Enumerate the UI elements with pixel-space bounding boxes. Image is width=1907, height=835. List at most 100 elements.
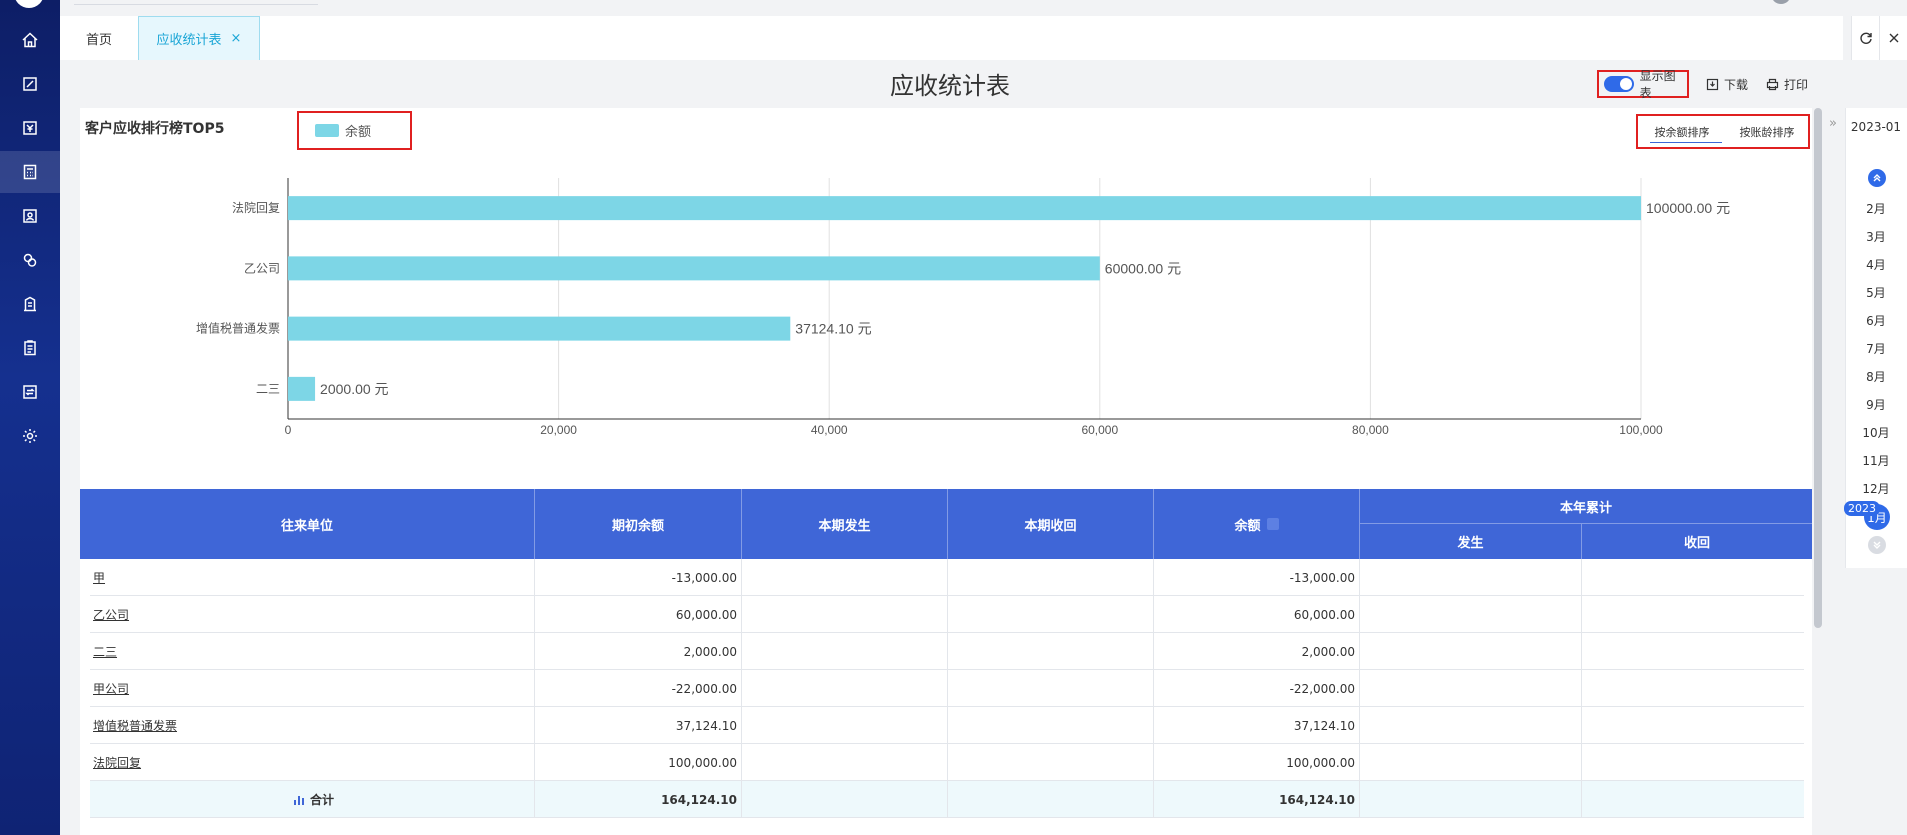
- month-item[interactable]: 11月: [1845, 452, 1907, 469]
- col-period-recover[interactable]: 本期收回: [947, 489, 1153, 559]
- cell-balance: -22,000.00: [1153, 670, 1359, 707]
- nav-report[interactable]: [0, 151, 60, 193]
- month-item[interactable]: 9月: [1845, 396, 1907, 413]
- month-item[interactable]: 7月: [1845, 340, 1907, 357]
- chart-legend[interactable]: 余额: [297, 111, 412, 150]
- table-row[interactable]: 甲公司 -22,000.00 -22,000.00: [90, 670, 1804, 707]
- col-partner[interactable]: 往来单位: [80, 489, 534, 559]
- partner-link[interactable]: 法院回复: [90, 744, 534, 781]
- cell-balance: 60,000.00: [1153, 596, 1359, 633]
- bar: [288, 196, 1641, 221]
- col-year-recover[interactable]: 收回: [1581, 524, 1812, 559]
- col-balance[interactable]: 余额: [1153, 489, 1359, 559]
- table-row[interactable]: 乙公司 60,000.00 60,000.00: [90, 596, 1804, 633]
- sort-by-age-button[interactable]: 按账龄排序: [1726, 116, 1808, 147]
- collapse-panel-button[interactable]: »: [1826, 114, 1840, 132]
- month-item[interactable]: 12月: [1845, 480, 1907, 497]
- tab-receivables-label: 应收统计表: [156, 33, 222, 48]
- month-item[interactable]: 6月: [1845, 312, 1907, 329]
- nav-fund[interactable]: [0, 239, 60, 281]
- partner-link[interactable]: 乙公司: [90, 596, 534, 633]
- table-row[interactable]: 二三 2,000.00 2,000.00: [90, 633, 1804, 670]
- data-label: 37124.10 元: [795, 321, 871, 337]
- month-item[interactable]: 10月: [1845, 424, 1907, 441]
- cell-year-occur: [1359, 707, 1581, 744]
- top-divider: [74, 4, 318, 5]
- cell-period-occur: [741, 670, 947, 707]
- clipboard-icon: [24, 340, 36, 356]
- print-icon: [1766, 78, 1779, 90]
- download-label: 下载: [1724, 77, 1749, 92]
- month-down-button[interactable]: [1868, 536, 1886, 554]
- show-chart-label: 显示图表: [1639, 69, 1676, 100]
- close-page-button[interactable]: [1879, 16, 1907, 60]
- x-tick-label: 40,000: [811, 423, 848, 437]
- table-row[interactable]: 增值税普通发票 37,124.10 37,124.10: [90, 707, 1804, 744]
- sort-icon[interactable]: [1266, 518, 1279, 530]
- show-chart-toggle[interactable]: 显示图表: [1597, 69, 1689, 100]
- nav-list[interactable]: [0, 327, 60, 369]
- x-tick-label: 20,000: [540, 423, 577, 437]
- nav-home[interactable]: [0, 19, 60, 61]
- bar-chart: 0 20,000 40,000 60,000 80,000 100,000 法院回复 1000…: [196, 178, 1730, 437]
- print-button[interactable]: 打印: [1766, 74, 1808, 94]
- month-item[interactable]: 4月: [1845, 256, 1907, 273]
- bar-chart-icon: [293, 795, 304, 805]
- calculator-icon: [23, 164, 37, 180]
- cell-period-recover: [947, 744, 1153, 781]
- total-balance: 164,124.10: [1153, 781, 1359, 818]
- y-tick-label: 乙公司: [244, 261, 280, 275]
- refresh-button[interactable]: [1851, 16, 1879, 60]
- sort-by-balance-button[interactable]: 按余额排序: [1638, 116, 1726, 147]
- month-item[interactable]: 2月: [1845, 200, 1907, 217]
- cell-period-occur: [741, 633, 947, 670]
- total-year-recover: [1581, 781, 1804, 818]
- chart-title: 客户应收排行榜TOP5: [85, 121, 225, 137]
- current-year-badge: 2023: [1844, 501, 1880, 516]
- cell-year-recover: [1581, 707, 1804, 744]
- x-tick-label: 80,000: [1352, 423, 1389, 437]
- data-label: 2000.00 元: [320, 381, 389, 397]
- col-year-occur[interactable]: 发生: [1359, 524, 1581, 559]
- close-icon: [1889, 33, 1898, 43]
- page-title: 应收统计表: [890, 72, 1010, 100]
- cell-period-recover: [947, 596, 1153, 633]
- nav-finance[interactable]: [0, 107, 60, 149]
- y-tick-label: 二三: [256, 382, 280, 396]
- month-up-button[interactable]: [1868, 169, 1886, 187]
- table-header: 往来单位 期初余额 本期发生 本期收回 余额 本年累计 发生 收回: [80, 489, 1812, 559]
- cell-opening: 60,000.00: [534, 596, 741, 633]
- partner-link[interactable]: 甲: [90, 559, 534, 596]
- avatar[interactable]: [1771, 0, 1791, 4]
- bar: [288, 376, 316, 401]
- tab-receivables[interactable]: 应收统计表 ×: [138, 16, 260, 60]
- nav-settings[interactable]: [0, 415, 60, 457]
- table-row[interactable]: 法院回复 100,000.00 100,000.00: [90, 744, 1804, 781]
- partner-link[interactable]: 增值税普通发票: [90, 707, 534, 744]
- tab-tools: [1851, 16, 1907, 60]
- col-opening[interactable]: 期初余额: [534, 489, 741, 559]
- nav-voucher[interactable]: [0, 63, 60, 105]
- nav-customer[interactable]: [0, 195, 60, 237]
- download-button[interactable]: 下载: [1706, 74, 1748, 94]
- partner-link[interactable]: 二三: [90, 633, 534, 670]
- col-period-occur[interactable]: 本期发生: [741, 489, 947, 559]
- month-item[interactable]: 8月: [1845, 368, 1907, 385]
- cell-year-recover: [1581, 559, 1804, 596]
- month-item[interactable]: 5月: [1845, 284, 1907, 301]
- nav-exchange[interactable]: [0, 371, 60, 413]
- building-icon: [24, 296, 36, 312]
- edit-icon: [23, 77, 37, 91]
- table-row[interactable]: 甲 -13,000.00 -13,000.00: [90, 559, 1804, 596]
- month-item[interactable]: 3月: [1845, 228, 1907, 245]
- toggle-switch[interactable]: [1604, 76, 1634, 92]
- total-year-occur: [1359, 781, 1581, 818]
- close-tab-icon[interactable]: ×: [231, 31, 242, 46]
- download-icon: [1706, 78, 1719, 90]
- refresh-icon: [1859, 32, 1872, 44]
- partner-link[interactable]: 甲公司: [90, 670, 534, 707]
- nav-asset[interactable]: [0, 283, 60, 325]
- cell-year-occur: [1359, 744, 1581, 781]
- vertical-scrollbar[interactable]: [1814, 108, 1822, 628]
- tab-home[interactable]: 首页: [60, 16, 138, 60]
